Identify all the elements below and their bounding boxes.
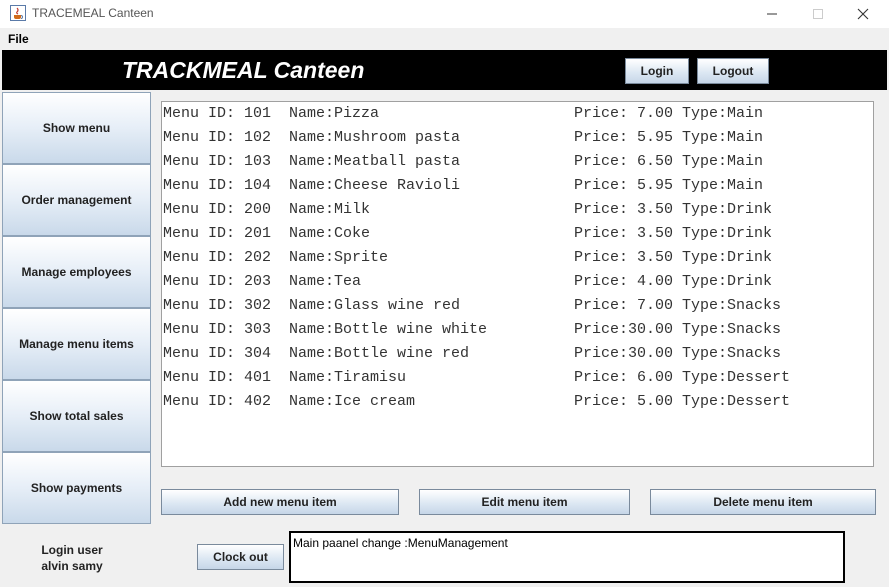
list-item[interactable]: Menu ID: 303 Name:Bottle wine white Price…: [163, 321, 781, 345]
menu-item-id-name: Menu ID: 104 Name:Cheese Ravioli: [163, 177, 461, 194]
app-title: TRACKMEAL Canteen: [122, 57, 365, 83]
window-title: TRACEMEAL Canteen: [32, 6, 154, 20]
list-item[interactable]: Menu ID: 200 Name:Milk Price: 3.50 Type:D…: [163, 201, 772, 225]
add-menu-item-button[interactable]: Add new menu item: [161, 489, 399, 515]
menu-item-id-name: Menu ID: 402 Name:Ice cream: [163, 393, 416, 410]
menu-item-price-type: Price: 3.50 Type:Drink: [574, 249, 773, 266]
list-item[interactable]: Menu ID: 102 Name:Mushroom pasta Price: 5…: [163, 129, 763, 153]
menu-item-price-type: Price:30.00 Type:Snacks: [574, 345, 782, 362]
minimize-icon: [767, 13, 777, 15]
delete-menu-item-button[interactable]: Delete menu item: [650, 489, 876, 515]
sidebar-item-show-menu[interactable]: Show menu: [2, 92, 151, 164]
menu-item-price-type: Price: 4.00 Type:Drink: [574, 273, 773, 290]
sidebar-item-manage-menu-items[interactable]: Manage menu items: [2, 308, 151, 380]
menu-item-price-type: Price: 3.50 Type:Drink: [574, 225, 773, 242]
edit-menu-item-button[interactable]: Edit menu item: [419, 489, 630, 515]
menu-item-price-type: Price: 5.00 Type:Dessert: [574, 393, 791, 410]
sidebar-item-manage-employees[interactable]: Manage employees: [2, 236, 151, 308]
menu-item-id-name: Menu ID: 201 Name:Coke: [163, 225, 371, 242]
maximize-icon: [813, 9, 823, 19]
menu-item-id-name: Menu ID: 102 Name:Mushroom pasta: [163, 129, 461, 146]
menu-item-price-type: Price:30.00 Type:Snacks: [574, 321, 782, 338]
sidebar-item-order-management[interactable]: Order management: [2, 164, 151, 236]
list-item[interactable]: Menu ID: 202 Name:Sprite Price: 3.50 Type…: [163, 249, 772, 273]
menu-item-id-name: Menu ID: 200 Name:Milk: [163, 201, 371, 218]
minimize-button[interactable]: [749, 0, 795, 28]
list-item[interactable]: Menu ID: 201 Name:Coke Price: 3.50 Type:D…: [163, 225, 772, 249]
sidebar-item-show-total-sales[interactable]: Show total sales: [2, 380, 151, 452]
maximize-button[interactable]: [795, 0, 841, 28]
login-user-label: Login user: [41, 543, 103, 557]
menu-item-price-type: Price: 5.95 Type:Main: [574, 177, 764, 194]
title-bar: TRACEMEAL Canteen: [0, 0, 889, 28]
close-button[interactable]: [840, 0, 886, 28]
java-cup-icon: [10, 5, 26, 21]
menu-item-price-type: Price: 7.00 Type:Main: [574, 105, 764, 122]
menu-items-list[interactable]: Menu ID: 101 Name:Pizza Price: 7.00 Type:…: [161, 101, 874, 467]
menu-item-id-name: Menu ID: 203 Name:Tea: [163, 273, 362, 290]
menu-item-id-name: Menu ID: 304 Name:Bottle wine red: [163, 345, 470, 362]
menu-item-price-type: Price: 3.50 Type:Drink: [574, 201, 773, 218]
login-button[interactable]: Login: [625, 58, 689, 84]
list-item[interactable]: Menu ID: 104 Name:Cheese Ravioli Price: 5…: [163, 177, 763, 201]
list-item[interactable]: Menu ID: 302 Name:Glass wine red Price: 7…: [163, 297, 781, 321]
list-item[interactable]: Menu ID: 401 Name:Tiramisu Price: 6.00 Ty…: [163, 369, 790, 393]
menu-item-id-name: Menu ID: 303 Name:Bottle wine white: [163, 321, 488, 338]
menu-item-price-type: Price: 6.50 Type:Main: [574, 153, 764, 170]
menu-item-id-name: Menu ID: 202 Name:Sprite: [163, 249, 389, 266]
menu-item-id-name: Menu ID: 101 Name:Pizza: [163, 105, 380, 122]
menu-item-id-name: Menu ID: 302 Name:Glass wine red: [163, 297, 461, 314]
logged-in-user-name: alvin samy: [41, 559, 103, 573]
list-item[interactable]: Menu ID: 203 Name:Tea Price: 4.00 Type:Dr…: [163, 273, 772, 297]
menu-file[interactable]: File: [8, 32, 29, 46]
list-item[interactable]: Menu ID: 402 Name:Ice cream Price: 5.00 T…: [163, 393, 790, 417]
clock-out-button[interactable]: Clock out: [197, 544, 284, 570]
menu-item-price-type: Price: 7.00 Type:Snacks: [574, 297, 782, 314]
menu-item-price-type: Price: 6.00 Type:Dessert: [574, 369, 791, 386]
menu-bar: File: [0, 28, 889, 50]
menu-item-id-name: Menu ID: 401 Name:Tiramisu: [163, 369, 407, 386]
list-item[interactable]: Menu ID: 103 Name:Meatball pasta Price: 6…: [163, 153, 763, 177]
list-item[interactable]: Menu ID: 101 Name:Pizza Price: 7.00 Type:…: [163, 105, 763, 129]
list-item[interactable]: Menu ID: 304 Name:Bottle wine red Price:3…: [163, 345, 781, 369]
header-banner: TRACKMEAL Canteen Login Logout: [2, 50, 887, 90]
menu-item-id-name: Menu ID: 103 Name:Meatball pasta: [163, 153, 461, 170]
logout-button[interactable]: Logout: [697, 58, 769, 84]
close-icon: [857, 8, 869, 20]
menu-item-price-type: Price: 5.95 Type:Main: [574, 129, 764, 146]
status-text: Main paanel change :MenuManagement: [293, 536, 508, 550]
status-log[interactable]: Main paanel change :MenuManagement: [289, 531, 845, 583]
sidebar-item-show-payments[interactable]: Show payments: [2, 452, 151, 524]
